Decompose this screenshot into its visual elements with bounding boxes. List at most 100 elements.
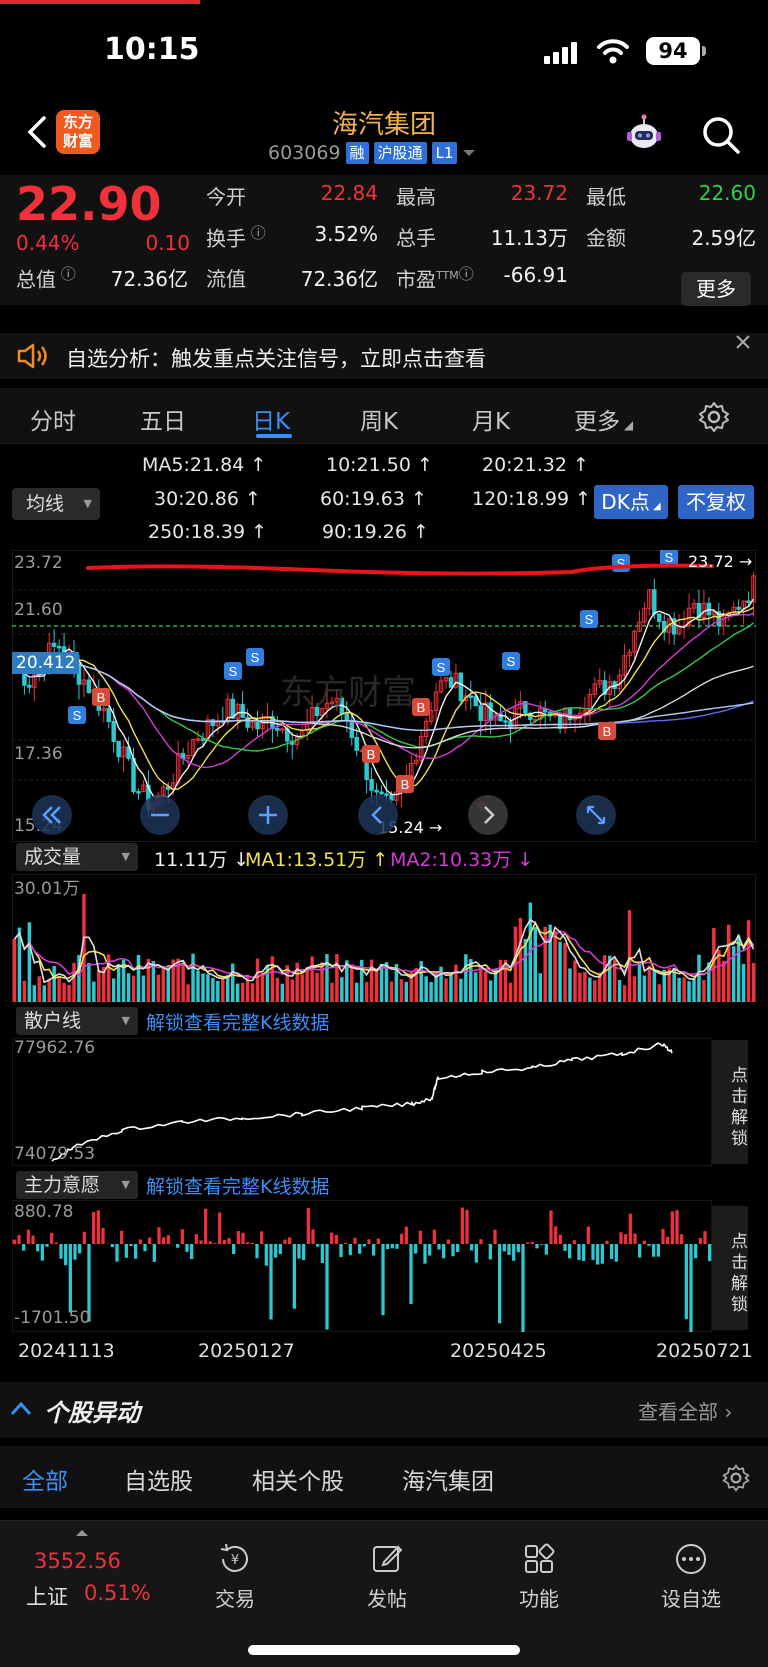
nav-functions[interactable]: 功能 (494, 1541, 584, 1612)
tab-more[interactable]: 更多 ◢ (574, 402, 633, 436)
scroll-right-icon[interactable] (466, 793, 510, 837)
tab-monthly-k[interactable]: 月K (472, 402, 510, 436)
chart-settings-gear-icon[interactable] (698, 401, 730, 433)
retail-unlock-link[interactable]: 解锁查看完整K线数据 (146, 1008, 329, 1035)
stock-movement-title: 个股异动 (44, 1399, 140, 1427)
volume-chart[interactable] (12, 874, 756, 1002)
robot-assistant-icon[interactable] (622, 112, 666, 156)
collapse-chevron-icon[interactable] (10, 1400, 32, 1416)
top-red-line (0, 0, 200, 4)
volume-label: 总手 (396, 226, 436, 250)
stock-movement-header[interactable]: 个股异动 查看全部 › (0, 1382, 768, 1438)
stock-code: 603069 (268, 142, 341, 164)
retail-unlock-button[interactable]: 点击解锁 (712, 1040, 748, 1164)
close-icon[interactable] (734, 333, 752, 351)
float-cap-value: 72.36亿 (300, 267, 378, 291)
main-force-unlock-button[interactable]: 点击解锁 (712, 1206, 748, 1330)
ma-legend: MA5:21.84 ↑ 10:21.50 ↑ 20:21.32 ↑ 均线 ▼ 30… (0, 445, 768, 550)
turnover-value: 3.52% (314, 222, 378, 246)
svg-text:S: S (73, 708, 82, 723)
nav-add-watchlist[interactable]: 设自选 (646, 1541, 736, 1612)
ma5-value: MA5:21.84 ↑ (142, 454, 267, 476)
news-tab-stock[interactable]: 海汽集团 (402, 1462, 494, 1496)
volume-max-label: 30.01万 (14, 879, 80, 899)
level-tag: L1 (431, 142, 458, 164)
volume-indicator-selector[interactable]: 成交量 ▼ (16, 843, 138, 871)
zoom-in-icon[interactable] (246, 793, 290, 837)
float-cap-label: 流值 (206, 267, 246, 291)
scroll-left-fast-icon[interactable] (30, 793, 74, 837)
stock-code-row[interactable]: 603069 融 沪股通 L1 (268, 142, 476, 164)
tab-intraday[interactable]: 分时 (30, 402, 76, 436)
k-y-label-2: 21.60 (14, 600, 63, 620)
news-tab-watchlist[interactable]: 自选股 (124, 1462, 193, 1496)
index-widget[interactable]: 3552.56 上证 0.51% (20, 1529, 160, 1629)
svg-text:S: S (507, 654, 516, 669)
tab-daily-k[interactable]: 日K (252, 402, 290, 436)
main-force-max-label: 880.78 (14, 1202, 74, 1222)
alert-text: 自选分析：触发重点关注信号，立即点击查看 (66, 347, 486, 371)
pe-label: 市盈TTMⓘ (396, 265, 474, 292)
volume-ma1: MA1:13.51万 ↑ (245, 849, 389, 871)
nav-trade-label: 交易 (215, 1587, 255, 1611)
no-adjust-button[interactable]: 不复权 (678, 485, 754, 519)
news-tab-all[interactable]: 全部 (22, 1462, 68, 1496)
nav-trade[interactable]: ¥ 交易 (190, 1541, 280, 1612)
volume-ma2: MA2:10.33万 ↓ (390, 849, 534, 871)
high-label: 最高 (396, 185, 436, 209)
volume-value: 11.11万 ↓ (154, 849, 250, 871)
svg-text:S: S (665, 550, 674, 565)
ma10-value: 10:21.50 ↑ (326, 454, 433, 476)
index-percent: 0.51% (84, 1581, 151, 1605)
index-name: 上证 (26, 1585, 68, 1609)
battery-indicator: 94 (646, 37, 700, 65)
connect-tag: 沪股通 (373, 142, 427, 164)
retail-line-chart (12, 1038, 712, 1166)
main-force-chart (12, 1200, 712, 1332)
date-label-4: 20250721 (656, 1340, 753, 1362)
chart-watermark: 东方财富 (280, 673, 416, 713)
fullscreen-icon[interactable] (574, 793, 618, 837)
dk-point-button[interactable]: DK点 ◢ (594, 485, 668, 519)
main-force-selector[interactable]: 主力意愿 ▼ (16, 1171, 138, 1199)
alert-banner[interactable]: 自选分析：触发重点关注信号，立即点击查看 (0, 333, 768, 379)
tab-weekly-k[interactable]: 周K (360, 402, 398, 436)
trade-icon: ¥ (220, 1543, 248, 1572)
ma30-value: 30:20.86 ↑ (154, 488, 261, 510)
ma90-value: 90:19.26 ↑ (322, 521, 429, 543)
news-tab-related[interactable]: 相关个股 (252, 1462, 344, 1496)
k-high-marker: 23.72 → (688, 552, 753, 571)
nav-post-label: 发帖 (367, 1587, 407, 1611)
compose-icon (373, 1545, 403, 1572)
svg-text:B: B (603, 724, 612, 739)
date-label-3: 20250425 (450, 1340, 547, 1362)
ma120-value: 120:18.99 ↑ (472, 488, 592, 510)
retail-line-selector[interactable]: 散户线 ▼ (16, 1007, 138, 1035)
ma-selector[interactable]: 均线 ▼ (12, 488, 100, 520)
low-label: 最低 (586, 185, 626, 209)
main-force-unlock-link[interactable]: 解锁查看完整K线数据 (146, 1172, 329, 1199)
tab-five-day[interactable]: 五日 (140, 402, 186, 436)
ma250-value: 250:18.39 ↑ (148, 521, 268, 543)
open-value: 22.84 (320, 181, 378, 205)
retail-max-label: 77962.76 (14, 1038, 96, 1058)
news-settings-gear-icon[interactable] (722, 1464, 750, 1492)
more-button[interactable]: 更多 (681, 272, 751, 306)
turnover-label: 换手 ⓘ (206, 224, 266, 251)
signal-icon (544, 42, 577, 64)
zoom-out-icon[interactable] (138, 793, 182, 837)
index-expand-caret-icon (76, 1530, 88, 1536)
scroll-left-icon[interactable] (356, 793, 400, 837)
date-label-1: 20241113 (18, 1340, 115, 1362)
k-crosshair-price: 20.412 (12, 652, 80, 674)
period-tabs: 分时 五日 日K 周K 月K 更多 ◢ (0, 388, 768, 444)
svg-text:B: B (401, 777, 410, 792)
battery-tip (702, 46, 706, 56)
market-cap-value: 72.36亿 (110, 267, 188, 291)
search-icon[interactable] (700, 114, 742, 156)
view-all-link[interactable]: 查看全部 › (638, 1396, 732, 1425)
ma60-value: 60:19.63 ↑ (320, 488, 427, 510)
nav-post[interactable]: 发帖 (342, 1541, 432, 1612)
nav-add-watchlist-label: 设自选 (661, 1587, 721, 1611)
quote-panel: 22.90 0.44% 0.10 今开 22.84 最高 23.72 最低 22… (0, 175, 768, 306)
